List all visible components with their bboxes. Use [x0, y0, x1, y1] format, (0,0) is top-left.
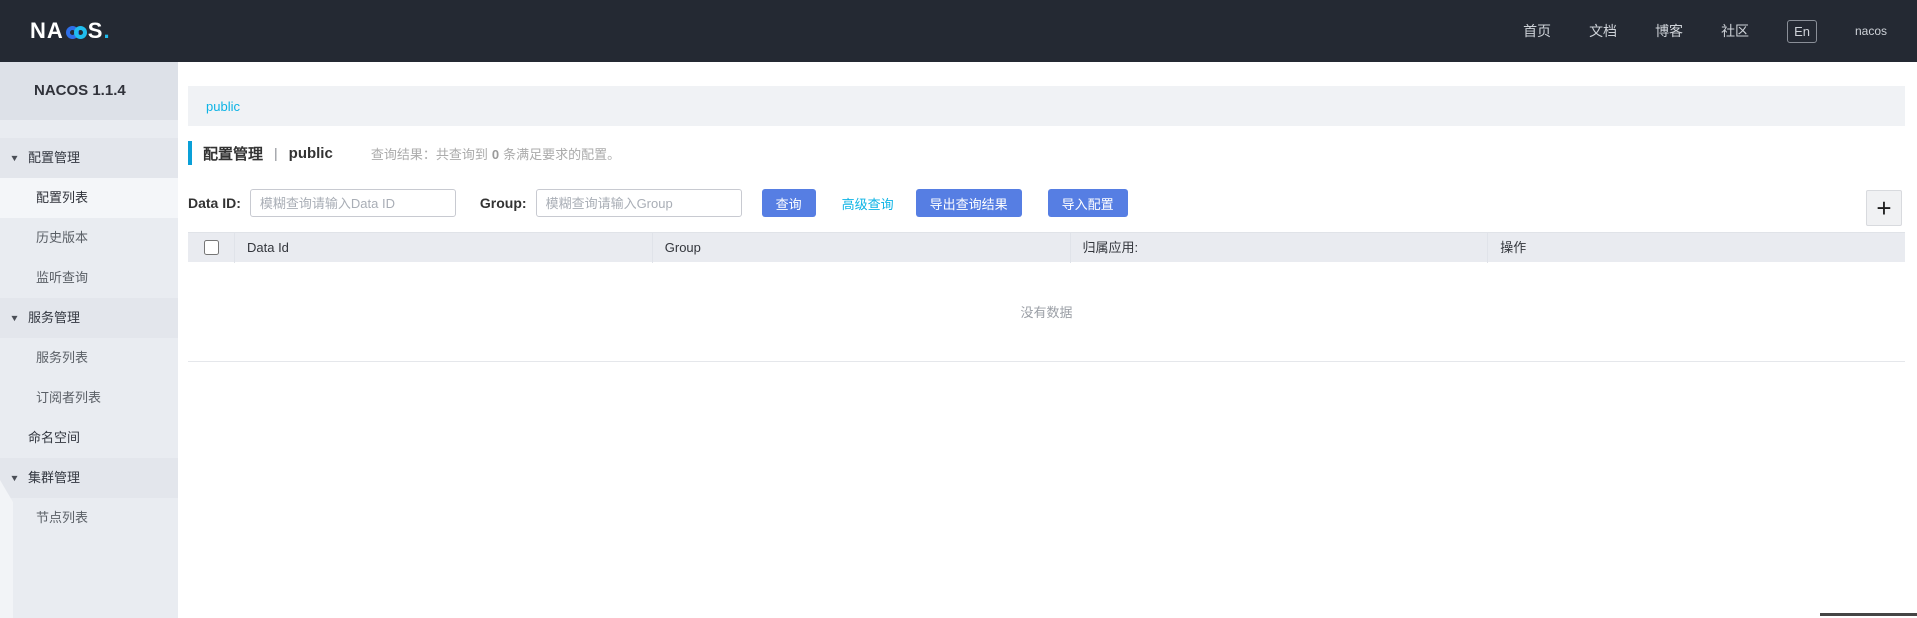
- column-header-actions: 操作: [1487, 232, 1905, 263]
- logo-dot: .: [103, 18, 111, 43]
- group-label: Group:: [479, 195, 527, 211]
- column-header-data-id: Data Id: [234, 232, 652, 263]
- top-header: NA S . 首页 文档 博客 社区 En nacos: [0, 0, 1917, 62]
- sidebar-item-config-management[interactable]: ▼ 配置管理: [0, 138, 178, 178]
- nav-home[interactable]: 首页: [1523, 21, 1551, 41]
- main-content: public 配置管理 | public 查询结果：共查询到 0 条满足要求的配置。…: [178, 62, 1917, 618]
- export-results-button[interactable]: 导出查询结果: [915, 189, 1022, 217]
- config-table: Data Id Group 归属应用: 操作 没有数据: [188, 232, 1905, 362]
- title-accent-bar: [188, 141, 192, 165]
- advanced-query-link[interactable]: 高级查询: [842, 194, 894, 213]
- namespace-bar: public: [188, 86, 1905, 126]
- title-separator: |: [274, 145, 278, 161]
- logo-text-right: S: [87, 18, 104, 43]
- query-result-text: 查询结果：共查询到 0 条满足要求的配置。: [370, 146, 621, 162]
- add-config-button[interactable]: +: [1866, 190, 1902, 226]
- group-input[interactable]: [535, 189, 742, 217]
- sidebar-menu: ▼ 配置管理 配置列表 历史版本 监听查询 ▼ 服务管理 服务列表 订阅者列表 …: [0, 138, 178, 538]
- title-namespace: public: [288, 144, 333, 162]
- sidebar-item-service-list[interactable]: 服务列表: [0, 338, 178, 378]
- plus-icon: +: [1876, 193, 1892, 223]
- column-header-app: 归属应用:: [1069, 232, 1488, 263]
- sidebar: NACOS 1.1.4 ▼ 配置管理 配置列表 历史版本 监听查询 ▼ 服务管理…: [0, 62, 178, 618]
- empty-state: 没有数据: [188, 262, 1905, 362]
- caret-down-icon: ▼: [9, 153, 20, 163]
- nacos-logo: NA S .: [30, 18, 111, 44]
- nav-community[interactable]: 社区: [1721, 21, 1749, 41]
- column-header-group: Group: [651, 232, 1070, 263]
- sidebar-item-node-list[interactable]: 节点列表: [0, 498, 178, 538]
- page-title-row: 配置管理 | public 查询结果：共查询到 0 条满足要求的配置。: [188, 140, 620, 166]
- nav-docs[interactable]: 文档: [1589, 21, 1617, 41]
- nav-blog[interactable]: 博客: [1655, 21, 1683, 41]
- logo-text-left: NA: [30, 18, 64, 43]
- sidebar-item-config-list[interactable]: 配置列表: [0, 178, 178, 218]
- caret-down-icon: ▼: [9, 313, 20, 323]
- namespace-link-public[interactable]: public: [206, 99, 240, 114]
- caret-down-icon: ▼: [9, 473, 20, 483]
- sidebar-collapse-handle[interactable]: [0, 480, 13, 618]
- dataid-input[interactable]: [249, 189, 456, 217]
- search-toolbar: Data ID: Group: 查询 高级查询 导出查询结果 导入配置: [188, 188, 1128, 218]
- sidebar-item-listening-query[interactable]: 监听查询: [0, 258, 178, 298]
- sidebar-item-history-versions[interactable]: 历史版本: [0, 218, 178, 258]
- sidebar-item-subscriber-list[interactable]: 订阅者列表: [0, 378, 178, 418]
- language-toggle[interactable]: En: [1787, 19, 1817, 43]
- infinity-icon: [65, 25, 87, 39]
- sidebar-item-cluster-management[interactable]: ▼ 集群管理: [0, 458, 178, 498]
- page-title: 配置管理: [203, 145, 264, 163]
- dataid-label: Data ID:: [188, 195, 241, 211]
- select-all-checkbox[interactable]: [203, 240, 219, 255]
- sidebar-item-namespace[interactable]: 命名空间: [0, 418, 178, 458]
- sidebar-item-service-management[interactable]: ▼ 服务管理: [0, 298, 178, 338]
- top-navigation: 首页 文档 博客 社区 En nacos: [1523, 19, 1887, 43]
- horizontal-scrollbar-thumb[interactable]: [1820, 613, 1917, 616]
- import-config-button[interactable]: 导入配置: [1047, 189, 1128, 217]
- user-menu[interactable]: nacos: [1855, 24, 1887, 38]
- query-button[interactable]: 查询: [761, 189, 816, 217]
- sidebar-version: NACOS 1.1.4: [0, 62, 178, 120]
- select-all-cell: [188, 240, 234, 255]
- table-header: Data Id Group 归属应用: 操作: [188, 232, 1905, 263]
- result-count: 0: [491, 146, 500, 162]
